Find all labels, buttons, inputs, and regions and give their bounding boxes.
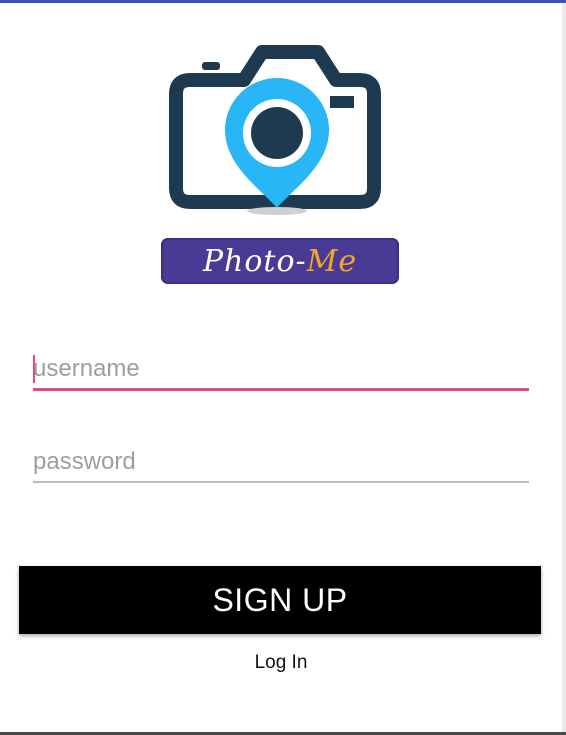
password-underline [33, 481, 529, 483]
password-field [33, 444, 529, 484]
app-logo: Photo- Me [150, 30, 404, 288]
username-field [33, 351, 529, 391]
camera-location-pin-icon [169, 45, 381, 215]
brand-name-part2: Me [306, 243, 358, 279]
text-cursor [33, 355, 35, 383]
username-underline [33, 388, 529, 391]
brand-name-part1: Photo- [202, 243, 307, 279]
sign-up-button[interactable]: SIGN UP [19, 566, 541, 634]
brand-name-badge: Photo- Me [161, 238, 399, 284]
window-edge [562, 3, 566, 732]
username-input[interactable] [33, 351, 529, 387]
log-in-link[interactable]: Log In [0, 652, 562, 674]
password-input[interactable] [33, 444, 529, 480]
app-top-bar-strip [0, 0, 566, 3]
